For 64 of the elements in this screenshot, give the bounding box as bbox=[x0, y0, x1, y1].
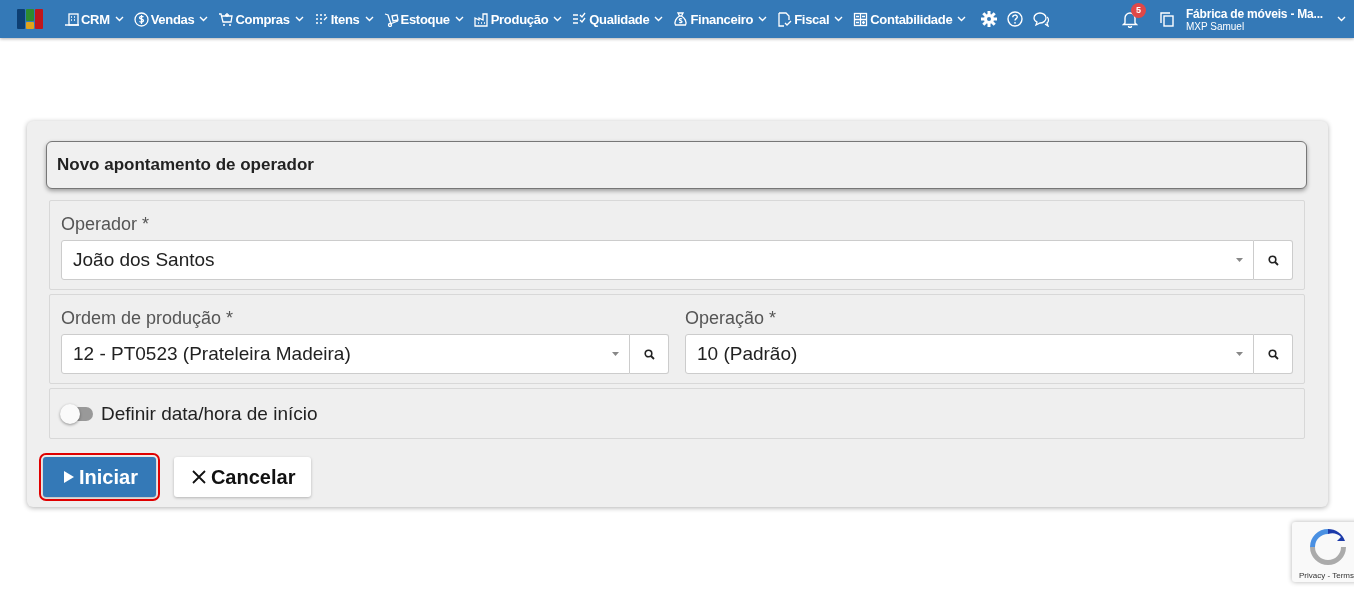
user-name: MXP Samuel bbox=[1185, 20, 1245, 32]
settings-icon bbox=[981, 11, 998, 27]
search-icon bbox=[1267, 348, 1279, 360]
help-icon bbox=[1007, 11, 1024, 27]
calculator-icon bbox=[853, 11, 869, 27]
field-label: Operador * bbox=[61, 214, 151, 235]
play-icon bbox=[64, 471, 74, 483]
chevron-down-icon bbox=[758, 16, 768, 22]
menu-item[interactable]: Compras bbox=[218, 11, 310, 27]
search-button[interactable] bbox=[630, 334, 669, 374]
field-label: Operação * bbox=[685, 308, 778, 329]
select-field[interactable]: João dos Santos bbox=[61, 240, 1254, 280]
menu-item[interactable]: Produção bbox=[473, 11, 569, 27]
chevron-down-icon bbox=[1337, 16, 1346, 22]
search-button[interactable] bbox=[1254, 240, 1293, 280]
chevron-down-icon bbox=[114, 16, 124, 22]
chevron-down-icon bbox=[294, 16, 304, 22]
money-bag-icon bbox=[673, 11, 689, 27]
recaptcha-logo-icon bbox=[1308, 527, 1348, 567]
company-name: Fábrica de móveis - Ma... bbox=[1185, 6, 1323, 21]
chevron-down-icon bbox=[834, 16, 844, 22]
cancel-button[interactable]: Cancelar bbox=[173, 457, 312, 497]
dollar-icon bbox=[133, 11, 149, 27]
chevron-down-icon bbox=[454, 16, 464, 22]
cart-icon bbox=[218, 11, 234, 27]
bell-icon bbox=[1121, 10, 1138, 28]
privacy-terms-links[interactable]: Privacy - Terms bbox=[1299, 571, 1354, 580]
account-menu[interactable]: Fábrica de móveis - Ma... MXP Samuel bbox=[1185, 6, 1346, 32]
factory-icon bbox=[473, 11, 489, 27]
chat-icon bbox=[1033, 11, 1051, 27]
form-title: Novo apontamento de operador bbox=[46, 141, 1307, 189]
select-field[interactable]: 12 - PT0523 (Prateleira Madeira) bbox=[61, 334, 630, 374]
close-icon bbox=[191, 470, 206, 484]
search-icon bbox=[1267, 254, 1279, 266]
select-field[interactable]: 10 (Padrão) bbox=[685, 334, 1254, 374]
building-icon bbox=[64, 11, 79, 27]
chevron-down-icon bbox=[199, 16, 209, 22]
dolly-icon bbox=[383, 11, 399, 27]
caret-icon bbox=[612, 352, 619, 356]
chevron-down-icon bbox=[957, 16, 967, 22]
menu-item[interactable]: Vendas bbox=[133, 11, 215, 27]
copy-icon bbox=[1159, 11, 1174, 27]
caret-icon bbox=[1236, 352, 1243, 356]
document-check-icon bbox=[777, 11, 793, 27]
menu-item[interactable]: Contabilidade bbox=[853, 11, 973, 27]
logo-icon bbox=[17, 9, 43, 29]
menu-item[interactable]: Fiscal bbox=[777, 11, 850, 27]
search-button[interactable] bbox=[1254, 334, 1293, 374]
menu-item[interactable]: Qualidade bbox=[572, 11, 670, 27]
chevron-down-icon bbox=[364, 16, 374, 22]
caret-icon bbox=[1236, 258, 1243, 262]
checklist-icon bbox=[572, 11, 588, 27]
search-icon bbox=[643, 348, 655, 360]
notification-badge: 5 bbox=[1130, 2, 1146, 18]
field-label: Ordem de produção * bbox=[61, 308, 235, 329]
toggle-switch[interactable] bbox=[61, 407, 93, 421]
menu-item[interactable]: Itens bbox=[313, 11, 380, 27]
menu-item[interactable]: CRM bbox=[64, 11, 130, 27]
menu-item[interactable]: Financeiro bbox=[673, 11, 774, 27]
grid-icon bbox=[313, 11, 329, 27]
toggle-label: Definir data/hora de início bbox=[101, 403, 318, 425]
chevron-down-icon bbox=[654, 16, 664, 22]
chevron-down-icon bbox=[553, 16, 563, 22]
menu-item[interactable]: Estoque bbox=[383, 11, 470, 27]
